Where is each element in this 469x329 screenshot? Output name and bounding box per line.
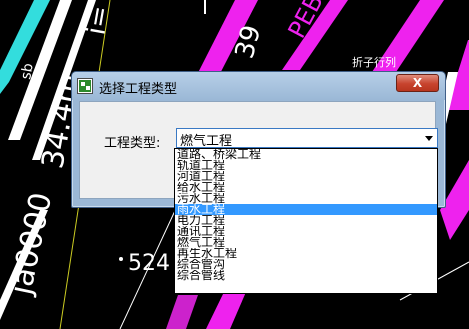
dropdown-option[interactable]: 综合管沟	[175, 259, 437, 270]
project-type-combobox[interactable]: 燃气工程	[176, 128, 438, 149]
dropdown-option[interactable]: 电力工程	[175, 215, 437, 226]
dropdown-option[interactable]: 河道工程	[175, 171, 437, 182]
chevron-down-icon[interactable]	[425, 136, 433, 141]
cad-text-0000: ja0000	[3, 190, 59, 299]
title-bar[interactable]: 选择工程类型 X	[72, 72, 445, 100]
close-button[interactable]: X	[396, 74, 439, 92]
dropdown-option[interactable]: 再生水工程	[175, 248, 437, 259]
dropdown-option[interactable]: 污水工程	[175, 193, 437, 204]
app-icon	[77, 78, 93, 94]
dropdown-option[interactable]: 通讯工程	[175, 226, 437, 237]
project-type-label: 工程类型:	[104, 136, 161, 151]
cad-text-524: 524	[128, 251, 170, 276]
dropdown-option[interactable]: 燃气工程	[175, 237, 437, 248]
dropdown-option[interactable]: 轨道工程	[175, 160, 437, 171]
handwritten-note: 折子行列	[352, 55, 396, 69]
magenta-stripe-5	[206, 292, 246, 329]
dropdown-option[interactable]: 道路、桥梁工程	[175, 149, 437, 160]
dropdown-option[interactable]: 综合管线	[175, 270, 437, 281]
cad-dot	[119, 257, 123, 261]
magenta-stripe-6	[166, 295, 198, 329]
dialog-title: 选择工程类型	[99, 82, 178, 97]
project-type-dropdown-list: 道路、桥梁工程 轨道工程 河道工程 给水工程 污水工程 雨水工程 电力工程 通讯…	[174, 148, 438, 294]
dropdown-option-highlighted[interactable]: 雨水工程	[175, 204, 437, 215]
combobox-selected-value: 燃气工程	[180, 134, 233, 149]
cad-text-sb: sb	[18, 62, 37, 81]
dropdown-option[interactable]: 给水工程	[175, 182, 437, 193]
cad-text-i: i=	[81, 3, 116, 37]
